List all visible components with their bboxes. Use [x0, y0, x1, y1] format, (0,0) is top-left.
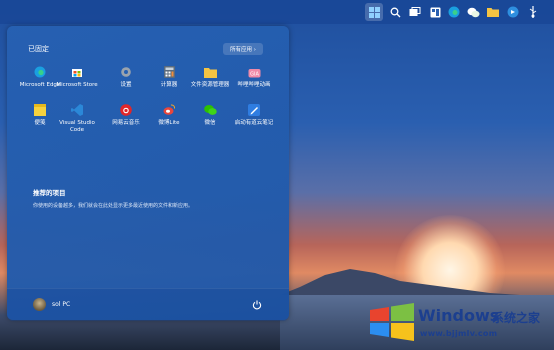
svg-text:GIA: GIA — [250, 71, 259, 77]
pinned-app-folder[interactable]: 文件资源管理器 — [188, 65, 232, 89]
pinned-app-calculator[interactable]: 计算器 — [147, 65, 191, 89]
pinned-app-youdao-note[interactable]: 启动有道云笔记 — [232, 103, 276, 127]
bilibili-icon: GIA — [247, 65, 261, 79]
edge-icon — [33, 65, 47, 79]
widgets-icon[interactable] — [426, 3, 444, 21]
pinned-section-title: 已固定 — [28, 45, 49, 53]
task-view-icon[interactable] — [406, 3, 424, 21]
pinned-app-wechat[interactable]: 微信 — [188, 103, 232, 127]
search-icon[interactable] — [386, 3, 404, 21]
edge-taskbar-icon[interactable] — [445, 3, 463, 21]
avatar[interactable] — [33, 298, 46, 311]
power-button[interactable] — [250, 298, 263, 311]
all-apps-button[interactable]: 所有应用 › — [223, 43, 263, 55]
pinned-app-label: 计算器 — [160, 82, 178, 88]
store-icon — [70, 65, 84, 79]
pinned-app-label: 文件资源管理器 — [190, 82, 230, 88]
pinned-app-label: 启动有道云笔记 — [234, 120, 274, 126]
start-menu-footer — [7, 288, 289, 321]
pinned-app-label: 哔哩哔哩动画 — [237, 82, 271, 88]
pinned-app-label: Microsoft Store — [56, 82, 98, 88]
start-button[interactable] — [365, 3, 383, 21]
wechat-icon — [203, 103, 217, 117]
pinned-app-label: Visual Studio Code — [59, 120, 95, 133]
watermark-brand-cn: 系统之家 — [492, 311, 541, 325]
pinned-app-netease-music[interactable]: 网易云音乐 — [104, 103, 148, 127]
watermark-brand: Windows — [418, 306, 500, 325]
recommended-description: 你使用的设备越多，我们就会在此处显示更多最近使用的文件和新应用。 — [33, 203, 194, 209]
user-name[interactable]: sol PC — [52, 301, 70, 308]
pinned-app-settings[interactable]: 设置 — [104, 65, 148, 89]
store-taskbar-icon[interactable] — [504, 3, 522, 21]
pinned-app-store[interactable]: Microsoft Store — [55, 65, 99, 89]
settings-icon — [119, 65, 133, 79]
pinned-app-vscode[interactable]: Visual Studio Code — [55, 103, 99, 134]
pinned-app-weibo[interactable]: 微博Lite — [147, 103, 191, 127]
pinned-app-label: 微博Lite — [158, 120, 180, 126]
pinned-app-label: 微信 — [204, 120, 216, 126]
weibo-icon — [162, 103, 176, 117]
recommended-section-title: 推荐的项目 — [33, 189, 66, 197]
vscode-icon — [70, 103, 84, 117]
taskbar — [0, 0, 554, 24]
sticky-notes-icon — [33, 103, 47, 117]
folder-icon — [203, 65, 217, 79]
file-explorer-taskbar-icon[interactable] — [484, 3, 502, 21]
pinned-app-label: 设置 — [120, 82, 132, 88]
pinned-app-bilibili[interactable]: GIA 哔哩哔哩动画 — [232, 65, 276, 89]
watermark-url: www.bjjmlv.com — [420, 329, 498, 338]
youdao-note-icon — [247, 103, 261, 117]
calculator-icon — [162, 65, 176, 79]
netease-music-icon — [119, 103, 133, 117]
wechat-taskbar-icon[interactable] — [464, 3, 482, 21]
pinned-app-label: 网易云音乐 — [112, 120, 140, 126]
power-icon — [252, 300, 261, 309]
usb-tray-icon[interactable] — [524, 3, 542, 21]
